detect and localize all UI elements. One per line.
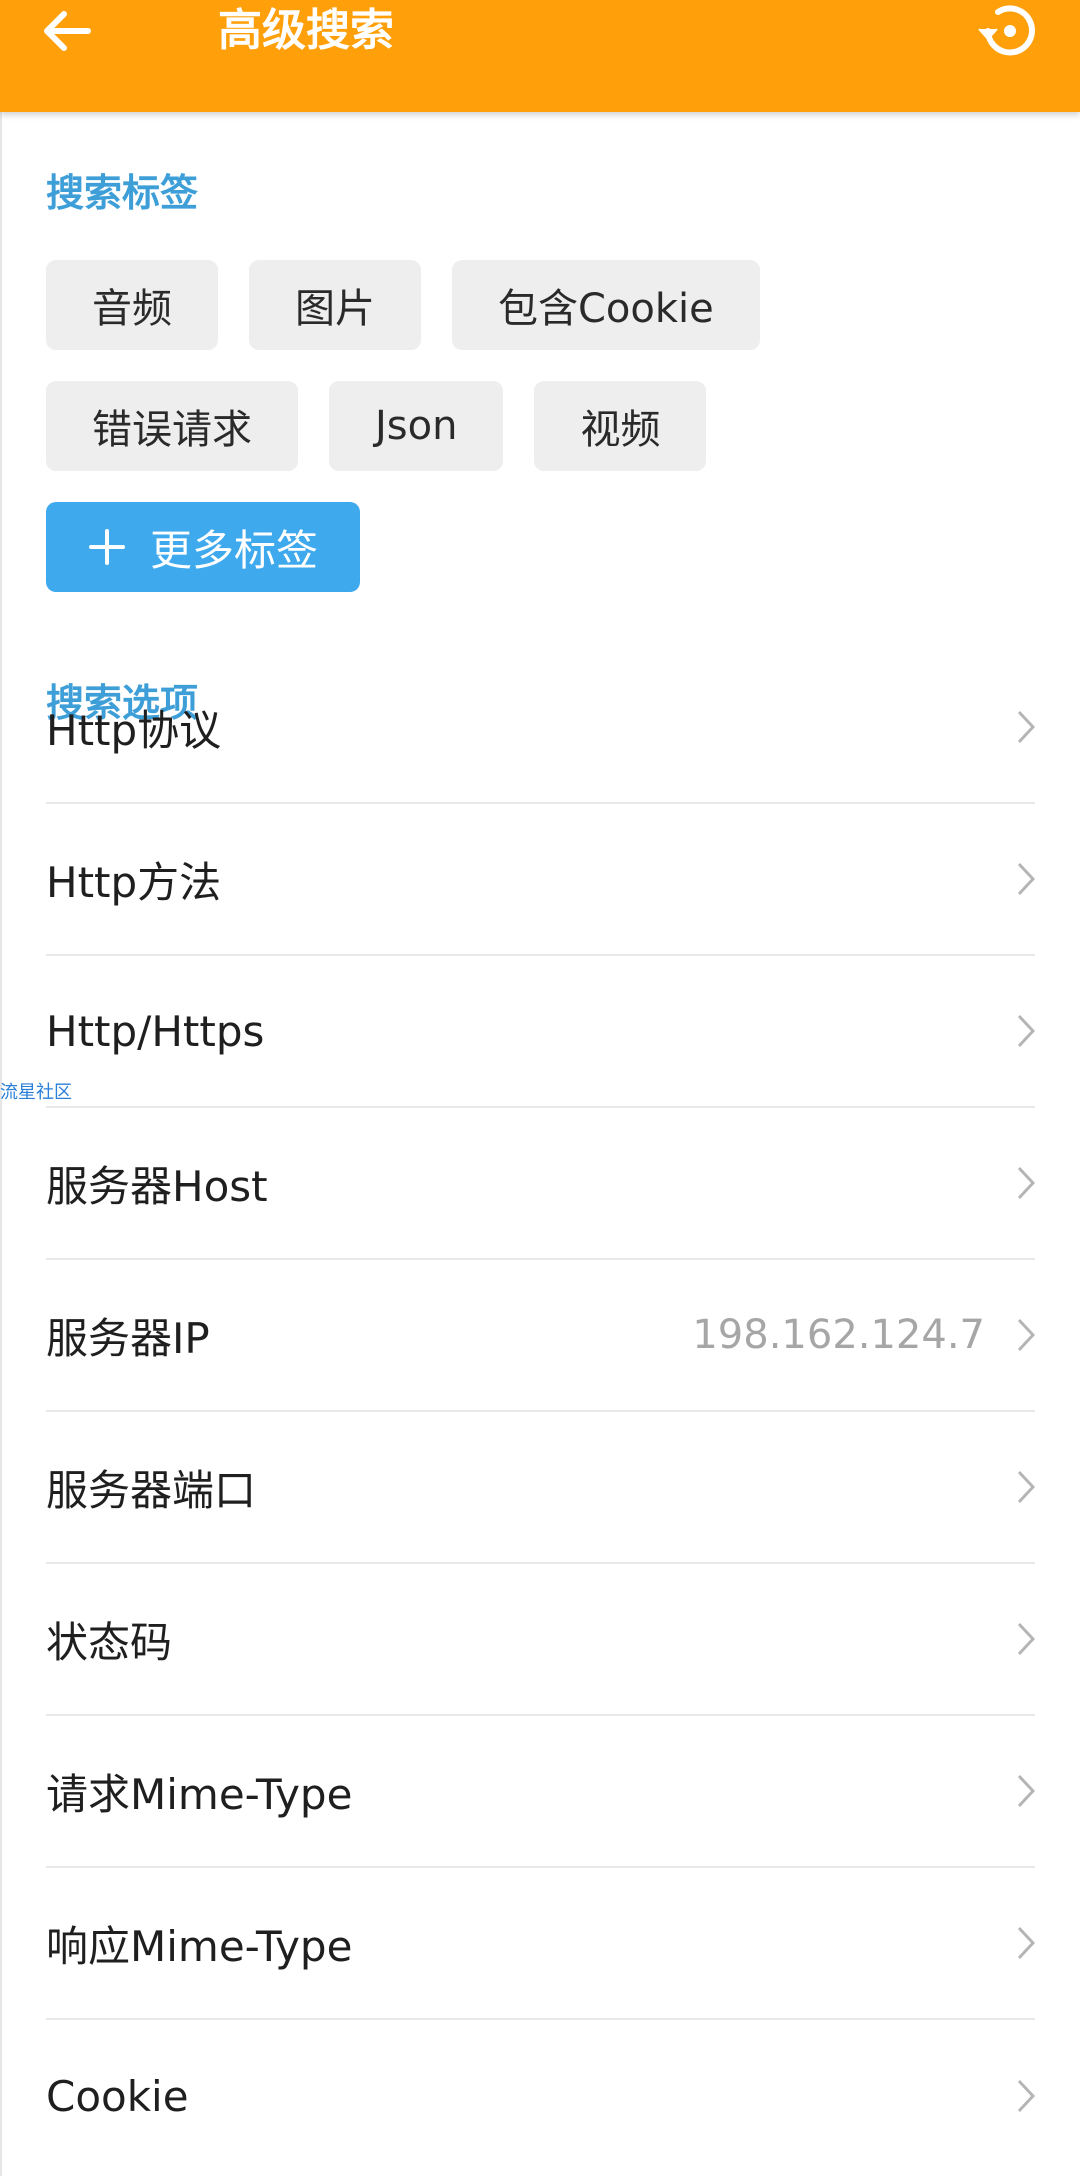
option-row-cookie[interactable]: Cookie xyxy=(46,2020,1035,2172)
tag-chip-image[interactable]: 图片 xyxy=(249,260,421,350)
chip-row: 音频 图片 包含Cookie xyxy=(46,260,1036,350)
option-row-http-protocol[interactable]: Http协议 xyxy=(46,652,1035,804)
tag-chips: 音频 图片 包含Cookie 错误请求 Json 视频 更多标签 xyxy=(46,260,1036,592)
chevron-right-icon xyxy=(1017,862,1035,896)
option-row-response-mime-type[interactable]: 响应Mime-Type xyxy=(46,1868,1035,2020)
chevron-right-icon xyxy=(1017,710,1035,744)
chevron-right-icon xyxy=(1017,2079,1035,2113)
tag-chip-audio[interactable]: 音频 xyxy=(46,260,218,350)
chevron-right-icon xyxy=(1017,1014,1035,1048)
option-row-server-port[interactable]: 服务器端口 xyxy=(46,1412,1035,1564)
arrow-left-icon xyxy=(44,11,91,51)
chevron-right-icon xyxy=(1017,1318,1035,1352)
option-label: 请求Mime-Type xyxy=(46,1769,353,1819)
option-label: 服务器Host xyxy=(46,1161,268,1211)
option-label: Http/Https xyxy=(46,1006,265,1056)
chevron-right-icon xyxy=(1017,1926,1035,1960)
option-label: Http协议 xyxy=(46,705,222,755)
tag-chip-error-request[interactable]: 错误请求 xyxy=(46,381,298,471)
option-label: 服务器IP xyxy=(46,1313,210,1363)
option-label: Http方法 xyxy=(46,857,222,907)
more-tags-label: 更多标签 xyxy=(149,525,318,575)
option-label: 服务器端口 xyxy=(46,1465,257,1515)
option-label: 状态码 xyxy=(46,1617,173,1667)
page-title: 高级搜索 xyxy=(218,5,394,56)
tag-chip-cookie[interactable]: 包含Cookie xyxy=(452,260,760,350)
chevron-right-icon xyxy=(1017,1470,1035,1504)
chevron-right-icon xyxy=(1017,1774,1035,1808)
option-row-server-host[interactable]: 服务器Host xyxy=(46,1108,1035,1260)
app-bar: 高级搜索 xyxy=(0,0,1080,112)
watermark-text: 流星社区 xyxy=(0,1082,72,1103)
option-row-http-method[interactable]: Http方法 xyxy=(46,804,1035,956)
tags-section-title: 搜索标签 xyxy=(46,171,199,215)
back-button[interactable] xyxy=(40,0,130,62)
more-tags-button[interactable]: 更多标签 xyxy=(46,502,360,592)
option-label: 响应Mime-Type xyxy=(46,1921,353,1971)
chip-row: 错误请求 Json 视频 xyxy=(46,381,1036,471)
option-label: Cookie xyxy=(46,2071,189,2121)
option-value: 198.162.124.7 xyxy=(692,1312,985,1358)
chevron-right-icon xyxy=(1017,1622,1035,1656)
tag-chip-json[interactable]: Json xyxy=(329,381,504,471)
reset-button[interactable] xyxy=(960,0,1040,62)
option-row-http-https[interactable]: Http/Https xyxy=(46,956,1035,1108)
option-row-status-code[interactable]: 状态码 xyxy=(46,1564,1035,1716)
chevron-right-icon xyxy=(1017,1166,1035,1200)
plus-icon xyxy=(88,528,126,566)
options-list: Http协议 Http方法 Http/Https 服务器Host 服务器IP 1… xyxy=(46,652,1035,2172)
option-row-request-mime-type[interactable]: 请求Mime-Type xyxy=(46,1716,1035,1868)
tag-chip-video[interactable]: 视频 xyxy=(534,381,707,471)
reset-icon xyxy=(978,5,1035,56)
option-row-server-ip[interactable]: 服务器IP 198.162.124.7 xyxy=(46,1260,1035,1412)
